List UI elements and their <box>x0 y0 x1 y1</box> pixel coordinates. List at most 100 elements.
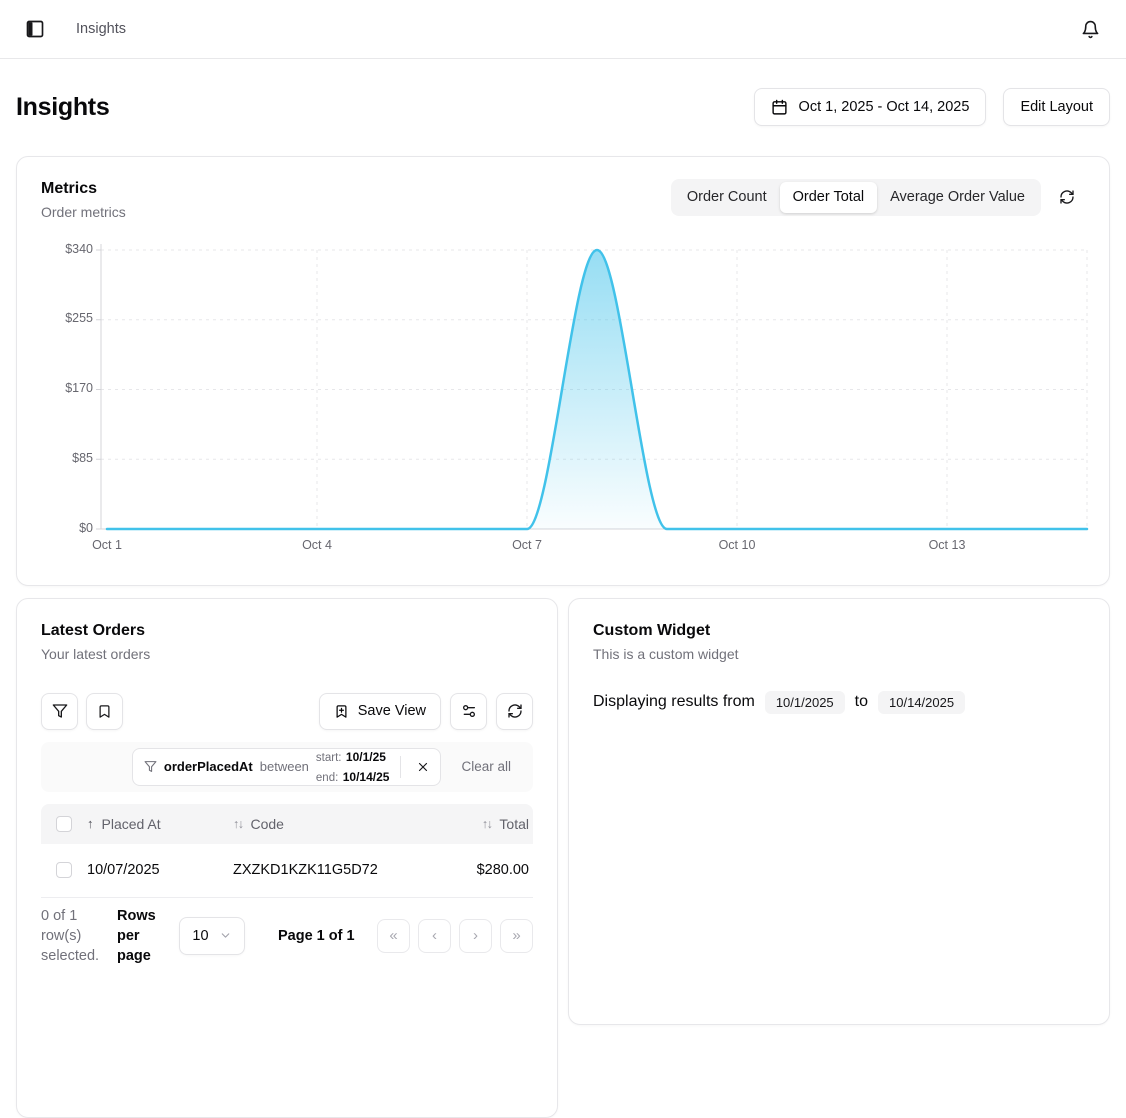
previous-page-button[interactable]: ‹ <box>418 919 451 953</box>
custom-widget-card: Custom Widget This is a custom widget Di… <box>568 598 1110 1025</box>
cell-code: ZXZKD1KZK11G5D72 <box>233 862 427 878</box>
filter-range[interactable]: start: 10/1/25 end: 10/14/25 <box>316 747 394 787</box>
table-header-row: ↑ Placed At ↑↓ Code ↑↓ Total <box>41 804 533 844</box>
selected-rows-text: 0 of 1 row(s) selected. <box>41 906 105 967</box>
metrics-controls: Order Count Order Total Average Order Va… <box>671 179 1085 216</box>
sliders-icon <box>461 703 477 719</box>
metrics-titles: Metrics Order metrics <box>41 179 126 221</box>
bookmark-plus-icon <box>334 704 349 719</box>
page-header: Insights Oct 1, 2025 - Oct 14, 2025 Edit… <box>16 76 1110 139</box>
row-checkbox[interactable] <box>56 862 72 878</box>
x-axis-tick-label: Oct 1 <box>92 538 122 552</box>
table-footer: 0 of 1 row(s) selected. Rows per page 10… <box>41 906 533 967</box>
page-size-value: 10 <box>192 928 208 944</box>
custom-widget-title: Custom Widget <box>593 621 1085 641</box>
active-filters-bar: orderPlacedAt between start: 10/1/25 end… <box>41 742 533 792</box>
to-word: to <box>855 693 868 711</box>
cell-placed-at: 10/07/2025 <box>87 862 233 878</box>
last-page-button[interactable]: » <box>500 919 533 953</box>
orders-toolbar-right: Save View <box>319 693 533 730</box>
close-icon <box>416 760 430 774</box>
orders-toolbar: Save View <box>41 693 533 730</box>
panel-left-icon <box>25 19 45 39</box>
orders-table: ↑ Placed At ↑↓ Code ↑↓ Total <box>41 804 533 898</box>
column-header-placed-at[interactable]: ↑ Placed At <box>87 816 233 832</box>
metrics-title: Metrics <box>41 179 126 199</box>
next-page-button[interactable]: › <box>459 919 492 953</box>
chart-plot-area <box>101 245 1087 535</box>
sort-ascending-icon: ↑ <box>87 816 94 831</box>
y-axis-tick-label: $340 <box>41 242 93 256</box>
filter-range-end: end: 10/14/25 <box>316 767 390 787</box>
page-content: Insights Oct 1, 2025 - Oct 14, 2025 Edit… <box>0 76 1126 1118</box>
save-view-button[interactable]: Save View <box>319 693 441 730</box>
filter-operator[interactable]: between <box>260 759 309 774</box>
tab-order-count[interactable]: Order Count <box>674 182 780 213</box>
x-axis-tick-label: Oct 13 <box>929 538 966 552</box>
topbar: Insights <box>0 0 1126 59</box>
from-date-chip: 10/1/2025 <box>765 691 845 714</box>
y-axis-tick-label: $0 <box>41 521 93 535</box>
bell-icon <box>1081 20 1100 39</box>
funnel-icon <box>144 760 157 773</box>
funnel-icon <box>52 703 68 719</box>
edit-layout-label: Edit Layout <box>1020 99 1093 115</box>
sidebar-toggle-button[interactable] <box>20 14 50 44</box>
refresh-orders-button[interactable] <box>496 693 533 730</box>
x-axis-tick-label: Oct 10 <box>719 538 756 552</box>
filter-button[interactable] <box>41 693 78 730</box>
sort-icon: ↑↓ <box>482 817 492 831</box>
area-fill <box>107 250 1087 529</box>
column-label: Code <box>251 816 284 832</box>
metrics-card: Metrics Order metrics Order Count Order … <box>16 156 1110 586</box>
header-checkbox-cell <box>41 816 87 832</box>
y-axis-tick-label: $255 <box>41 311 93 325</box>
chip-divider <box>400 756 401 778</box>
latest-orders-card: Latest Orders Your latest orders <box>16 598 558 1118</box>
tab-order-total[interactable]: Order Total <box>780 182 877 213</box>
row-checkbox-cell <box>41 862 87 878</box>
remove-filter-button[interactable] <box>408 752 438 782</box>
results-text: Displaying results from <box>593 693 755 711</box>
notifications-button[interactable] <box>1074 13 1106 45</box>
order-metrics-chart[interactable]: $0$85$170$255$340Oct 1Oct 4Oct 7Oct 10Oc… <box>41 245 1085 561</box>
date-range-button[interactable]: Oct 1, 2025 - Oct 14, 2025 <box>754 88 987 126</box>
header-actions: Oct 1, 2025 - Oct 14, 2025 Edit Layout <box>754 88 1110 126</box>
page-size-select[interactable]: 10 <box>179 917 245 955</box>
table-settings-button[interactable] <box>450 693 487 730</box>
page-info: Page 1 of 1 <box>278 928 355 944</box>
saved-views-button[interactable] <box>86 693 123 730</box>
refresh-icon <box>1059 189 1075 205</box>
edit-layout-button[interactable]: Edit Layout <box>1003 88 1110 126</box>
widgets-grid: Latest Orders Your latest orders <box>16 598 1110 1118</box>
save-view-label: Save View <box>358 703 426 719</box>
refresh-metrics-button[interactable] <box>1049 179 1085 215</box>
filter-field[interactable]: orderPlacedAt <box>164 759 253 774</box>
breadcrumb[interactable]: Insights <box>76 21 126 37</box>
latest-orders-subtitle: Your latest orders <box>41 645 533 663</box>
sort-icon: ↑↓ <box>233 817 243 831</box>
table-row[interactable]: 10/07/2025 ZXZKD1KZK11G5D72 $280.00 <box>41 844 533 898</box>
clear-all-filters-button[interactable]: Clear all <box>447 751 525 782</box>
metrics-subtitle: Order metrics <box>41 203 126 221</box>
filter-chip-order-placed-at: orderPlacedAt between start: 10/1/25 end… <box>132 748 442 786</box>
first-page-button[interactable]: « <box>377 919 410 953</box>
select-all-checkbox[interactable] <box>56 816 72 832</box>
x-axis-tick-label: Oct 4 <box>302 538 332 552</box>
rows-per-page-label: Rows per page <box>117 906 167 967</box>
widget-results-line: Displaying results from 10/1/2025 to 10/… <box>593 691 1085 714</box>
column-header-code[interactable]: ↑↓ Code <box>233 816 427 832</box>
bookmark-icon <box>97 704 112 719</box>
refresh-icon <box>507 703 523 719</box>
page-title: Insights <box>16 93 109 122</box>
y-axis-tick-label: $85 <box>41 451 93 465</box>
column-header-total[interactable]: ↑↓ Total <box>427 816 533 832</box>
pagination-controls: « ‹ › » <box>377 919 533 953</box>
cell-total: $280.00 <box>427 862 533 878</box>
tab-average-order-value[interactable]: Average Order Value <box>877 182 1038 213</box>
date-range-label: Oct 1, 2025 - Oct 14, 2025 <box>799 99 970 115</box>
column-label: Total <box>499 816 529 832</box>
calendar-icon <box>771 99 788 116</box>
y-axis-tick-label: $170 <box>41 381 93 395</box>
orders-toolbar-left <box>41 693 123 730</box>
